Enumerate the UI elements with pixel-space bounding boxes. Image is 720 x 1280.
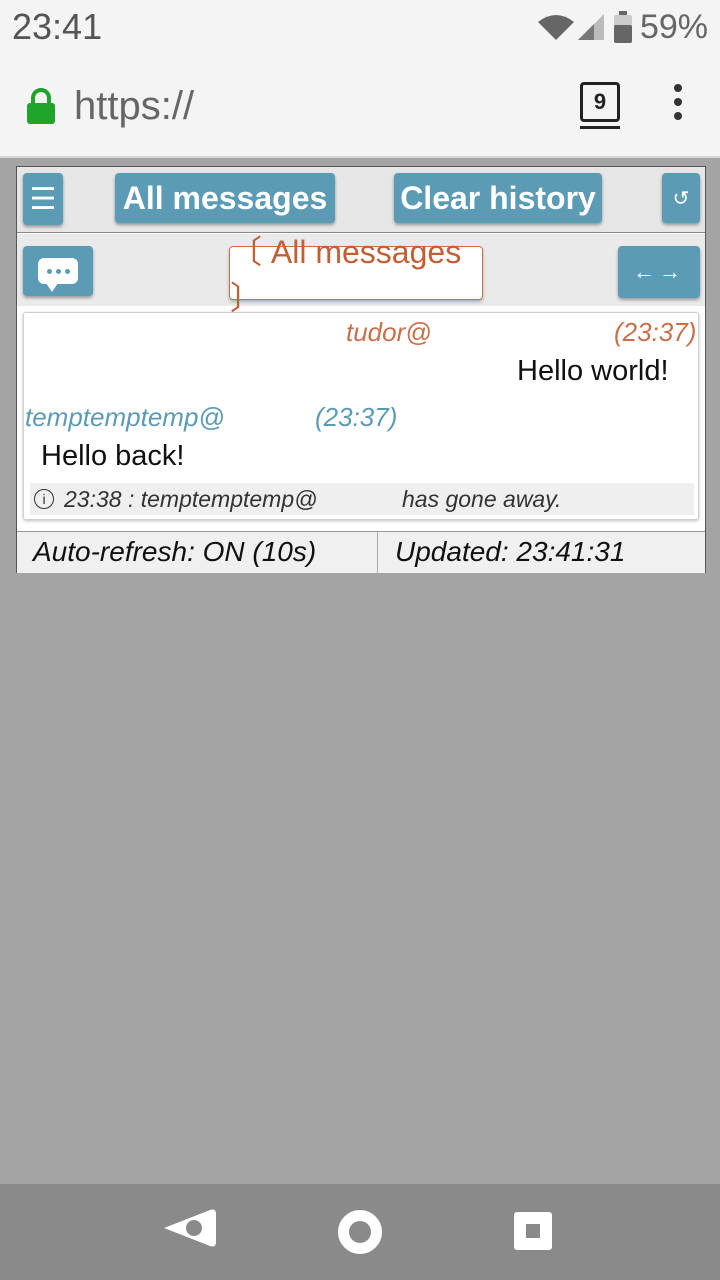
updated-time: Updated: 23:41:31 [395, 536, 626, 567]
message-time: (23:37) [614, 317, 697, 347]
status-icons: 59% [536, 6, 708, 48]
overflow-menu-icon[interactable] [672, 84, 684, 124]
status-bar: 23:41 59% [0, 0, 720, 54]
back-icon[interactable] [160, 1206, 216, 1250]
chat-subbar: 〔 All messages 〕 ←→ [17, 234, 705, 316]
message-time: (23:37) [315, 402, 398, 432]
navigation-bar [0, 1184, 720, 1280]
lock-icon [27, 88, 55, 124]
message-text: Hello world! [517, 355, 669, 387]
status-time: 23:41 [12, 6, 103, 47]
chat-toolbar: ☰ All messages Clear history ↺ [17, 167, 705, 233]
system-message-text: has gone away. [402, 486, 562, 512]
footer-divider [377, 532, 378, 574]
all-messages-button[interactable]: All messages [115, 173, 335, 223]
auto-refresh-status[interactable]: Auto-refresh: ON (10s) [33, 536, 316, 568]
chat-page: ☰ All messages Clear history ↺ 〔 All mes… [16, 166, 706, 574]
browser-toolbar: https:// 9 [0, 54, 720, 158]
tab-switcher-button[interactable]: 9 [580, 82, 620, 122]
message-user: tudor@ [346, 317, 432, 347]
system-message: i 23:38 : temptemptemp@ has gone away. [30, 483, 694, 515]
message-list: tudor@ (23:37) Hello world! temptemptemp… [23, 312, 699, 520]
tab-switcher-underline [580, 126, 620, 129]
system-message-time-user: 23:38 : temptemptemp@ [64, 486, 318, 512]
battery-percent: 59% [639, 7, 708, 46]
signal-icon [577, 14, 604, 40]
chat-bubble-icon [38, 258, 78, 292]
home-icon[interactable] [338, 1210, 382, 1254]
url-field[interactable]: https:// [74, 84, 194, 129]
current-filter-label: 〔 All messages 〕 [229, 234, 483, 316]
clear-history-button[interactable]: Clear history [394, 173, 602, 223]
expand-width-button[interactable]: ←→ [618, 246, 700, 298]
menu-button[interactable]: ☰ [23, 173, 63, 225]
new-message-button[interactable] [23, 246, 93, 296]
message-user: temptemptemp@ [25, 402, 225, 432]
info-icon: i [34, 489, 54, 509]
wifi-icon [537, 15, 574, 40]
status-footer: Auto-refresh: ON (10s) Updated: 23:41:31 [17, 531, 705, 574]
battery-icon [613, 11, 632, 43]
refresh-button[interactable]: ↺ [662, 173, 700, 223]
message-text: Hello back! [41, 440, 185, 472]
recent-apps-icon[interactable] [514, 1212, 552, 1250]
